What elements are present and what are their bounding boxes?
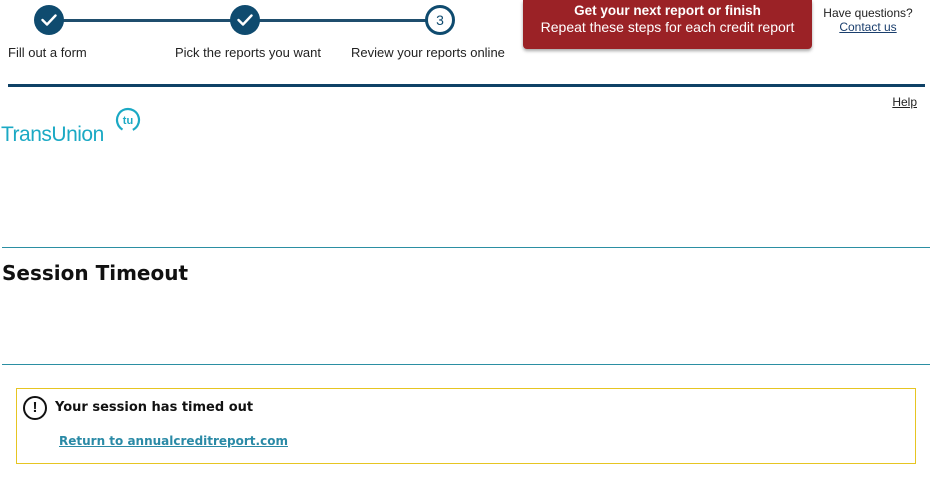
return-to-acr-link[interactable]: Return to annualcreditreport.com xyxy=(59,434,288,448)
exclamation-circle-icon: ! xyxy=(23,396,47,420)
next-report-banner: Get your next report or finish Repeat th… xyxy=(523,0,812,49)
check-icon xyxy=(41,14,57,26)
questions-text: Have questions? xyxy=(823,6,913,20)
header-divider xyxy=(8,84,925,87)
page-title: Session Timeout xyxy=(2,261,189,285)
next-report-title: Get your next report or finish xyxy=(574,3,761,18)
step-1-label: Fill out a form xyxy=(8,45,87,60)
logo-mark-text: tu xyxy=(123,115,133,127)
tu-logo-icon: tu xyxy=(115,107,141,133)
questions-block: Have questions? Contact us xyxy=(812,6,924,34)
session-timeout-alert: ! Your session has timed out Return to a… xyxy=(16,388,916,464)
next-report-subtitle: Repeat these steps for each credit repor… xyxy=(540,19,795,35)
title-divider-bottom xyxy=(2,364,930,365)
step-3-label: Review your reports online xyxy=(351,45,505,60)
step-3-current-indicator: 3 xyxy=(425,5,455,35)
transunion-logo: TransUnion tu xyxy=(1,107,146,147)
step-3-number: 3 xyxy=(436,12,444,28)
check-icon xyxy=(237,14,253,26)
help-link[interactable]: Help xyxy=(892,95,917,109)
step-2-complete-icon xyxy=(230,5,260,35)
title-divider-top xyxy=(2,247,930,248)
alert-title: Your session has timed out xyxy=(55,400,254,415)
contact-us-link[interactable]: Contact us xyxy=(812,20,924,34)
step-2-label: Pick the reports you want xyxy=(175,45,321,60)
progress-steps: Fill out a form Pick the reports you wan… xyxy=(0,0,520,70)
logo-wordmark: TransUnion xyxy=(1,123,104,146)
step-1-complete-icon xyxy=(34,5,64,35)
